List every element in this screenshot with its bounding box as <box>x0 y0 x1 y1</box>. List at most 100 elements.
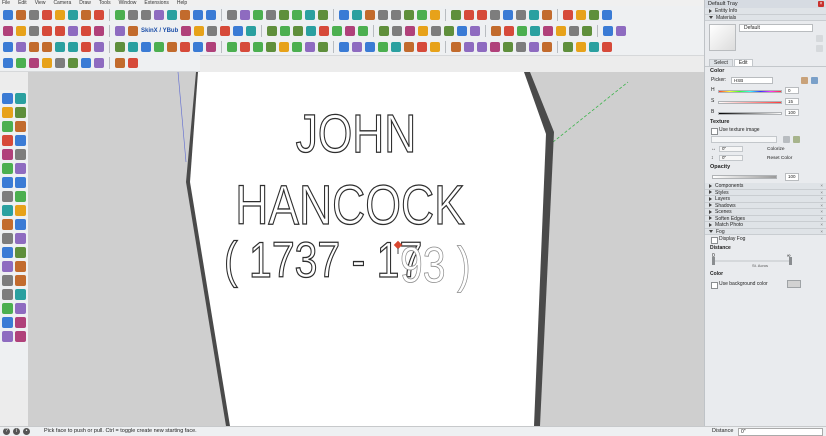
distance-input[interactable]: 0" <box>738 428 823 436</box>
model-canvas[interactable]: JOHN HANCOCK ( 1737 - 17 93 ) <box>28 72 704 426</box>
create-material-icon[interactable] <box>816 35 823 42</box>
orbit-icon[interactable] <box>292 41 302 52</box>
tag-icon[interactable] <box>94 25 104 36</box>
pencil-icon[interactable] <box>29 41 39 52</box>
rectangle-icon[interactable] <box>2 135 13 146</box>
contour-icon[interactable] <box>391 41 401 52</box>
plugin-a-icon[interactable] <box>29 57 39 68</box>
fog-start-handle[interactable] <box>712 257 715 265</box>
redo-icon[interactable] <box>16 25 26 36</box>
circle-icon[interactable] <box>2 149 13 160</box>
saturation-value[interactable]: 15 <box>785 98 799 105</box>
picker-select[interactable]: HSB <box>731 77 773 84</box>
scene-icon[interactable] <box>128 25 138 36</box>
axes-icon[interactable] <box>115 9 125 20</box>
stamp-icon[interactable] <box>417 41 427 52</box>
3dtext-icon[interactable] <box>15 247 26 258</box>
smoove-icon[interactable] <box>451 41 461 52</box>
protractor-icon[interactable] <box>227 41 237 52</box>
eraser-icon[interactable] <box>15 93 26 104</box>
push-pull-icon[interactable] <box>115 41 125 52</box>
tool-n-icon[interactable] <box>582 25 593 36</box>
scale-icon[interactable] <box>2 205 13 216</box>
offset-icon[interactable] <box>15 205 26 216</box>
dim-icon[interactable] <box>128 9 138 20</box>
tool-g-icon[interactable] <box>491 25 502 36</box>
paint-icon[interactable] <box>2 107 13 118</box>
sandbox-icon[interactable] <box>378 41 388 52</box>
tool-d-icon[interactable] <box>444 25 455 36</box>
tool-p-icon[interactable] <box>616 25 627 36</box>
zoom-icon[interactable] <box>2 275 13 286</box>
look-icon[interactable] <box>352 41 362 52</box>
colorize-checkbox[interactable]: Colorize <box>767 145 785 154</box>
left-icon[interactable] <box>339 9 349 20</box>
extension-icon[interactable] <box>516 9 526 20</box>
walk-icon[interactable] <box>339 41 349 52</box>
epitaph-line-3-outline[interactable]: 93 ) <box>400 237 471 293</box>
follow-icon[interactable] <box>167 41 177 52</box>
tool-k-icon[interactable] <box>543 25 554 36</box>
move-icon[interactable] <box>29 9 39 20</box>
previous-icon[interactable] <box>240 9 250 20</box>
tool-b-icon[interactable] <box>418 25 429 36</box>
tool-c-icon[interactable] <box>431 25 442 36</box>
tape-icon[interactable] <box>193 41 203 52</box>
record-icon[interactable] <box>42 25 52 36</box>
protractor-icon[interactable] <box>2 233 13 244</box>
brightness-value[interactable]: 100 <box>785 109 799 116</box>
forward-icon[interactable] <box>81 25 91 36</box>
select-icon[interactable] <box>2 93 13 104</box>
textured-icon[interactable] <box>417 9 427 20</box>
trim-icon[interactable] <box>306 25 317 36</box>
zoom-icon[interactable] <box>193 9 203 20</box>
play-icon[interactable] <box>29 25 39 36</box>
tool-i-icon[interactable] <box>517 25 528 36</box>
tool-m-icon[interactable] <box>569 25 580 36</box>
sandbox-icon[interactable] <box>529 9 539 20</box>
section-icon[interactable] <box>15 317 26 328</box>
move-icon[interactable] <box>128 41 138 52</box>
terrain-icon[interactable] <box>589 9 599 20</box>
select-icon[interactable] <box>3 9 13 20</box>
tool-a-icon[interactable] <box>405 25 416 36</box>
front-icon[interactable] <box>292 9 302 20</box>
protractor-icon[interactable] <box>141 9 151 20</box>
section-icon[interactable] <box>451 9 461 20</box>
arc3-icon[interactable] <box>15 163 26 174</box>
text-icon[interactable] <box>94 9 104 20</box>
brightness-slider[interactable] <box>718 112 782 115</box>
follow-me-icon[interactable] <box>15 191 26 202</box>
edit-texture-icon[interactable] <box>793 136 800 143</box>
extension-icon[interactable] <box>516 41 526 52</box>
offset-icon[interactable] <box>68 9 78 20</box>
walk-icon[interactable] <box>15 303 26 314</box>
skin-icon[interactable] <box>194 25 205 36</box>
plugin-d-icon[interactable] <box>68 57 78 68</box>
top-icon[interactable] <box>279 9 289 20</box>
style-icon[interactable] <box>589 41 599 52</box>
right-icon[interactable] <box>305 9 315 20</box>
move-icon[interactable] <box>2 177 13 188</box>
fog-icon[interactable] <box>563 41 573 52</box>
3dtext-icon[interactable] <box>266 41 276 52</box>
text-icon[interactable] <box>15 233 26 244</box>
profiles-icon[interactable] <box>503 9 513 20</box>
pan-icon[interactable] <box>15 261 26 272</box>
skin-label[interactable]: SkinX / YBub <box>141 28 178 34</box>
hue-value[interactable]: 0 <box>785 87 799 94</box>
tape-icon[interactable] <box>2 219 13 230</box>
arc-icon[interactable] <box>42 41 52 52</box>
terrain-icon[interactable] <box>477 41 487 52</box>
tool-e-icon[interactable] <box>457 25 468 36</box>
geo-icon[interactable]: i <box>13 428 20 435</box>
edge-icon[interactable] <box>576 41 586 52</box>
select-icon[interactable] <box>3 41 13 52</box>
shadow-icon[interactable] <box>464 9 474 20</box>
outer-shell-icon[interactable] <box>379 25 390 36</box>
browse-icon[interactable] <box>783 136 790 143</box>
photo-icon[interactable] <box>542 41 552 52</box>
rotate-icon[interactable] <box>141 41 151 52</box>
hide-icon[interactable] <box>207 25 218 36</box>
grid-icon[interactable] <box>181 25 192 36</box>
